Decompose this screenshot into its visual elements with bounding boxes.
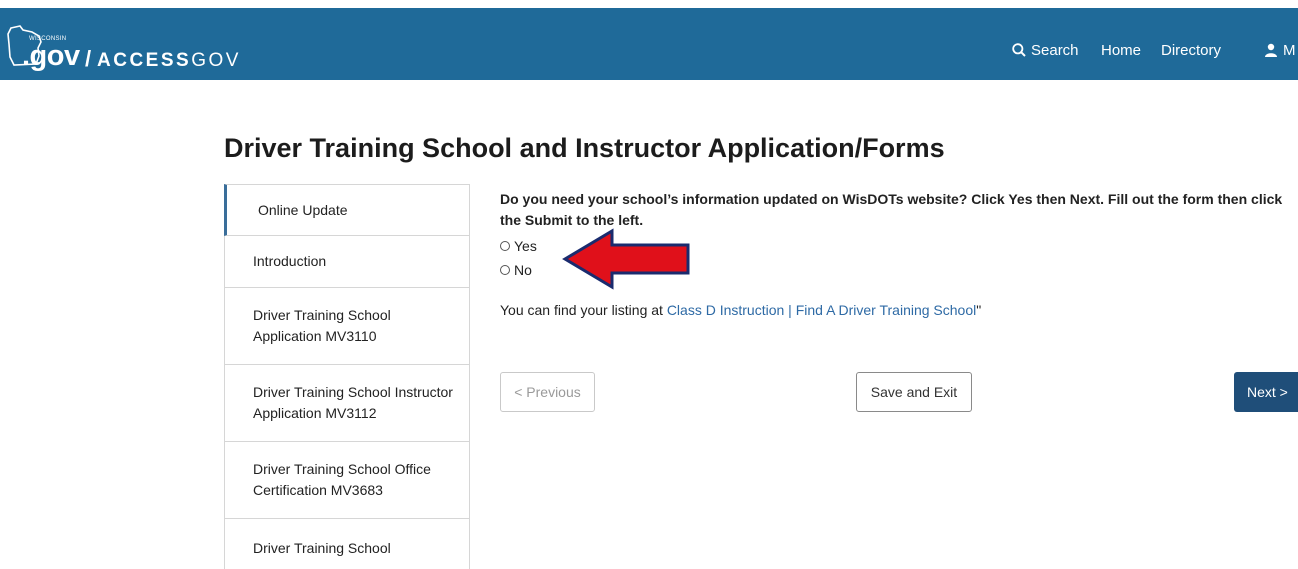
top-header-bar: WISCONSIN .gov / ACCESSGOV Search Home D… xyxy=(0,8,1298,80)
sidebar-item-online-update[interactable]: Online Update xyxy=(224,184,470,236)
nav-search-label: Search xyxy=(1031,42,1079,59)
nav-user-menu[interactable]: M xyxy=(1264,42,1296,59)
red-arrow-annotation xyxy=(562,228,690,290)
sidebar-item-label: Driver Training School Instructor Applic… xyxy=(253,384,453,421)
listing-suffix: " xyxy=(976,302,982,318)
nav-directory-link[interactable]: Directory xyxy=(1161,42,1221,59)
sidebar-item-driver-training-school[interactable]: Driver Training School xyxy=(224,519,470,569)
listing-info: You can find your listing at Class D Ins… xyxy=(500,302,981,318)
previous-button[interactable]: < Previous xyxy=(500,372,595,412)
sidebar-item-school-application-mv3110[interactable]: Driver Training School Application MV311… xyxy=(224,288,470,365)
logo-access-bold: ACCESS xyxy=(97,50,192,71)
radio-no-circle[interactable] xyxy=(500,265,510,275)
logo-slash: / xyxy=(85,46,92,71)
sidebar-item-label: Introduction xyxy=(253,253,327,269)
search-icon xyxy=(1012,43,1026,57)
nav-home-link[interactable]: Home xyxy=(1101,42,1141,59)
radio-yes-label: Yes xyxy=(514,238,537,254)
wisconsin-gov-accessgov-logo[interactable]: WISCONSIN .gov / ACCESSGOV xyxy=(6,24,276,72)
next-button[interactable]: Next > xyxy=(1234,372,1298,412)
form-step-sidebar: Online Update Introduction Driver Traini… xyxy=(224,184,470,569)
sidebar-item-label: Driver Training School Office Certificat… xyxy=(253,461,431,498)
update-question-text: Do you need your school’s information up… xyxy=(500,191,1283,228)
radio-yes-circle[interactable] xyxy=(500,241,510,251)
sidebar-item-office-certification-mv3683[interactable]: Driver Training School Office Certificat… xyxy=(224,442,470,519)
page-title: Driver Training School and Instructor Ap… xyxy=(224,133,945,163)
logo-gov-text: .gov xyxy=(22,40,80,72)
sidebar-item-label: Driver Training School Application MV311… xyxy=(253,307,391,344)
radio-no-label: No xyxy=(514,262,532,278)
save-and-exit-button[interactable]: Save and Exit xyxy=(856,372,972,412)
listing-prefix: You can find your listing at xyxy=(500,302,667,318)
find-driver-training-school-link[interactable]: Class D Instruction | Find A Driver Trai… xyxy=(667,302,976,318)
sidebar-item-introduction[interactable]: Introduction xyxy=(224,236,470,288)
sidebar-item-label: Driver Training School xyxy=(253,540,391,556)
radio-no[interactable]: No xyxy=(500,262,532,278)
sidebar-item-label: Online Update xyxy=(258,201,348,218)
logo-access-light: GOV xyxy=(191,50,241,71)
sidebar-item-instructor-application-mv3112[interactable]: Driver Training School Instructor Applic… xyxy=(224,365,470,442)
radio-yes[interactable]: Yes xyxy=(500,238,537,254)
nav-user-initial: M xyxy=(1283,42,1296,59)
user-icon xyxy=(1265,43,1277,57)
logo-access-text: ACCESSGOV xyxy=(97,51,241,70)
nav-search-link[interactable]: Search xyxy=(1012,42,1079,59)
